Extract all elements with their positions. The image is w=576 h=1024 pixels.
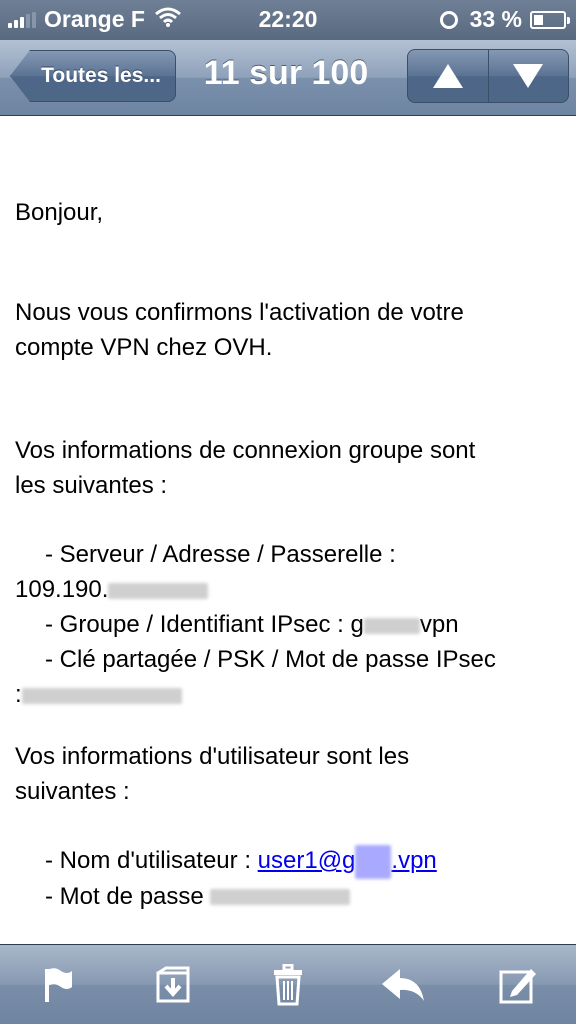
back-button[interactable]: Toutes les...: [10, 50, 176, 102]
text-line: suivantes :: [15, 778, 130, 805]
delete-button[interactable]: [258, 955, 318, 1015]
reply-button[interactable]: [373, 955, 433, 1015]
bottom-toolbar: [0, 944, 576, 1024]
user-details: - Nom d'utilisateur : user1@g .vpn - Mot …: [15, 843, 561, 914]
paragraph-group-info: Vos informations de connexion groupe son…: [15, 433, 561, 503]
next-message-button[interactable]: [487, 50, 569, 102]
text-line: les suivantes :: [15, 472, 168, 499]
arrow-down-icon: [513, 64, 544, 88]
group-details: - Serveur / Adresse / Passerelle : 109.1…: [15, 537, 561, 712]
password-label: - Mot de passe: [45, 882, 204, 910]
text-line: Vos informations de connexion groupe son…: [15, 437, 476, 464]
navigation-bar: Toutes les... 11 sur 100: [0, 40, 576, 116]
server-label: - Serveur / Adresse / Passerelle :: [45, 541, 396, 568]
text-line: Nous vous confirmons l'activation de vot…: [15, 299, 464, 326]
username-label: - Nom d'utilisateur :: [45, 847, 251, 874]
psk-prefix: :: [15, 681, 22, 708]
battery-percent: 33 %: [469, 6, 522, 32]
paragraph-user-info: Vos informations d'utilisateur sont les …: [15, 739, 561, 809]
trash-icon: [273, 963, 302, 1005]
rotation-lock-icon: [439, 10, 458, 29]
greeting: Bonjour,: [15, 199, 104, 226]
username-line: - Nom d'utilisateur : user1@g .vpn: [15, 843, 561, 879]
battery-area: 33 %: [439, 6, 570, 33]
flag-button[interactable]: [28, 955, 88, 1015]
arrow-up-icon: [432, 64, 463, 88]
move-folder-icon: [156, 966, 190, 1002]
redacted-text: [363, 617, 420, 634]
battery-icon: [530, 10, 570, 29]
previous-message-button[interactable]: [408, 50, 488, 102]
page-title: 11 sur 100: [203, 54, 369, 92]
server-value: 109.190.: [15, 576, 109, 603]
text-line: compte VPN chez OVH.: [15, 334, 273, 361]
group-line: - Groupe / Identifiant IPsec : g vpn: [15, 607, 561, 642]
redacted-text: [108, 582, 209, 599]
email-body: Bonjour, Nous vous confirmons l'activati…: [0, 117, 576, 944]
reply-icon: [382, 968, 425, 1001]
server-value-line: 109.190.: [15, 572, 561, 607]
redacted-text: [210, 889, 351, 906]
text-line: Vos informations d'utilisateur sont les: [15, 743, 410, 770]
username-link[interactable]: user1@g .vpn: [258, 844, 437, 879]
flag-icon: [44, 967, 72, 1002]
paragraph-activation: Nous vous confirmons l'activation de vot…: [15, 295, 561, 365]
password-line: - Mot de passe: [15, 879, 561, 914]
redacted-text: [21, 687, 182, 704]
psk-label: - Clé partagée / PSK / Mot de passe IPse…: [45, 646, 496, 673]
group-suffix: vpn: [419, 611, 459, 638]
status-bar: Orange F 22:20 33 %: [0, 0, 576, 40]
compose-icon: [499, 968, 537, 1003]
redacted-text: [355, 844, 392, 879]
message-nav-control: [407, 49, 569, 103]
compose-button[interactable]: [488, 955, 548, 1015]
group-label: - Groupe / Identifiant IPsec : g: [45, 611, 364, 638]
move-button[interactable]: [143, 955, 203, 1015]
psk-value-line: :: [15, 677, 561, 712]
